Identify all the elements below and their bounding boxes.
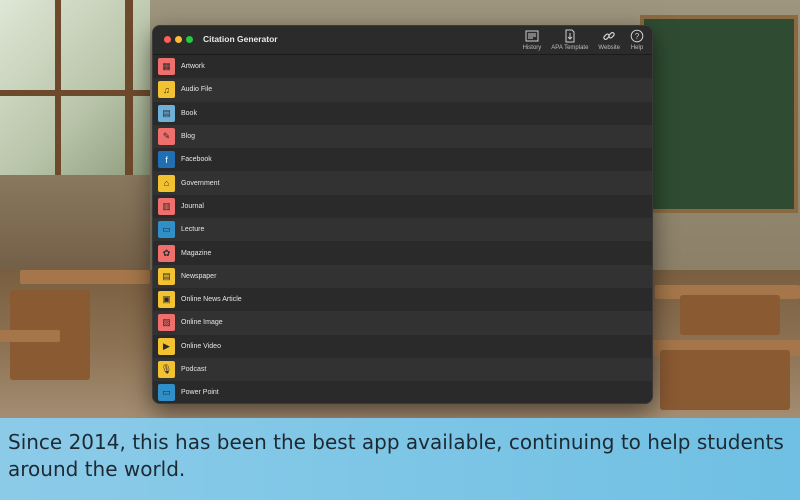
- list-item-label: Artwork: [181, 63, 205, 71]
- history-button[interactable]: History: [522, 29, 542, 51]
- zoom-window-button[interactable]: [186, 36, 193, 43]
- list-item-book[interactable]: ▤ Book: [153, 101, 652, 125]
- window-title: Citation Generator: [203, 34, 278, 44]
- list-item-label: Online Image: [181, 319, 223, 327]
- list-item-label: Book: [181, 109, 197, 117]
- help-label: Help: [630, 45, 644, 51]
- list-item-power-point[interactable]: ▭ Power Point: [153, 381, 652, 403]
- close-window-button[interactable]: [164, 36, 171, 43]
- apa-template-label: APA Template: [551, 45, 589, 51]
- classroom-window: [0, 0, 150, 175]
- list-item-journal[interactable]: ▥ Journal: [153, 194, 652, 219]
- list-item-label: Journal: [181, 202, 204, 210]
- book-icon: ▤: [158, 104, 175, 122]
- history-label: History: [522, 45, 542, 51]
- list-item-label: Lecture: [181, 226, 205, 234]
- document-download-icon: [565, 29, 575, 43]
- government-icon: ⌂: [158, 174, 175, 192]
- power-point-icon: ▭: [158, 384, 175, 402]
- list-item-label: Audio File: [181, 86, 213, 94]
- list-item-audio-file[interactable]: ♫ Audio File: [153, 78, 652, 102]
- desk: [20, 270, 150, 284]
- title-bar: Citation Generator History APA Template: [153, 26, 652, 55]
- journal-icon: ▥: [158, 197, 175, 215]
- list-item-online-news-article[interactable]: ▣ Online News Article: [153, 287, 652, 312]
- artwork-icon: ▦: [158, 58, 175, 76]
- magazine-icon: ✿: [158, 244, 175, 262]
- help-icon: ?: [630, 29, 644, 43]
- list-item-government[interactable]: ⌂ Government: [153, 171, 652, 195]
- chalkboard: [640, 15, 798, 213]
- list-item-facebook[interactable]: f Facebook: [153, 148, 652, 172]
- online-video-icon: ▶: [158, 337, 175, 355]
- svg-text:?: ?: [635, 32, 640, 41]
- list-item-newspaper[interactable]: ▤ Newspaper: [153, 264, 652, 288]
- help-button[interactable]: ? Help: [630, 29, 644, 51]
- chair: [680, 295, 780, 335]
- caption-banner: Since 2014, this has been the best app a…: [0, 418, 800, 500]
- list-item-label: Newspaper: [181, 272, 217, 280]
- lecture-icon: ▭: [158, 221, 175, 239]
- caption-text: Since 2014, this has been the best app a…: [8, 430, 784, 481]
- audio-file-icon: ♫: [158, 81, 175, 99]
- blog-icon: ✎: [158, 128, 175, 146]
- list-item-online-image[interactable]: ▨ Online Image: [153, 311, 652, 335]
- list-item-lecture[interactable]: ▭ Lecture: [153, 218, 652, 242]
- list-item-magazine[interactable]: ✿ Magazine: [153, 241, 652, 265]
- source-type-list: ▦ Artwork ♫ Audio File ▤ Book ✎ Blog f Facebook ⌂ G…: [153, 55, 652, 403]
- minimize-window-button[interactable]: [175, 36, 182, 43]
- podcast-icon: 🎙: [158, 361, 175, 378]
- chair: [660, 350, 790, 410]
- online-news-article-icon: ▣: [158, 291, 175, 309]
- history-icon: [525, 30, 539, 42]
- list-item-online-video[interactable]: ▶ Online Video: [153, 334, 652, 358]
- list-item-label: Government: [181, 179, 220, 187]
- website-label: Website: [598, 45, 620, 51]
- list-item-label: Online Video: [181, 342, 221, 350]
- link-icon: [603, 31, 615, 41]
- list-item-label: Power Point: [181, 389, 219, 397]
- app-window: Citation Generator History APA Template: [152, 25, 653, 404]
- newspaper-icon: ▤: [158, 267, 175, 285]
- list-item-blog[interactable]: ✎ Blog: [153, 124, 652, 149]
- apa-template-button[interactable]: APA Template: [551, 29, 588, 51]
- list-item-label: Online News Article: [181, 296, 242, 304]
- list-item-label: Magazine: [181, 249, 212, 257]
- website-button[interactable]: Website: [598, 29, 620, 51]
- desk: [0, 330, 60, 342]
- list-item-podcast[interactable]: 🎙 Podcast: [153, 357, 652, 382]
- list-item-label: Blog: [181, 133, 196, 141]
- online-image-icon: ▨: [158, 314, 175, 332]
- list-item-artwork[interactable]: ▦ Artwork: [153, 55, 652, 79]
- toolbar: History APA Template Website ? Help: [523, 29, 644, 51]
- facebook-icon: f: [158, 151, 175, 169]
- list-item-label: Facebook: [181, 156, 212, 164]
- list-item-label: Podcast: [181, 366, 207, 373]
